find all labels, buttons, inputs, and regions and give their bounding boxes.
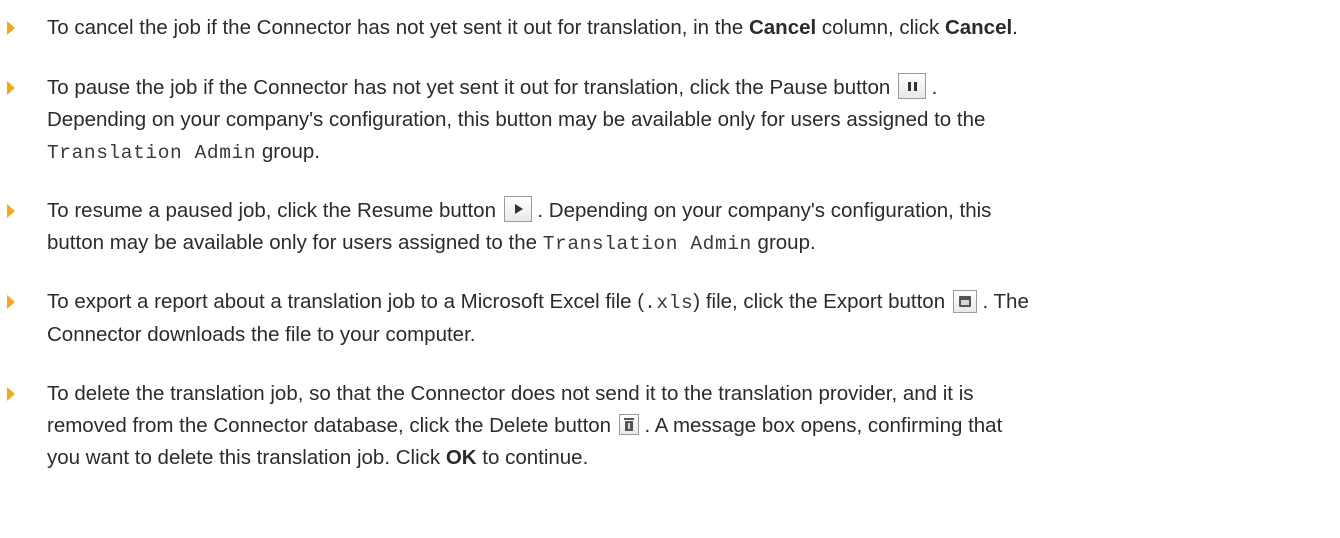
text-line: Depending on your company's configuratio… (47, 108, 986, 131)
text-run: . The (976, 290, 1029, 313)
list-item-text: To pause the job if the Connector has no… (47, 72, 1332, 169)
list-item-text: To export a report about a translation j… (47, 286, 1332, 351)
bullet-arrow-icon (7, 295, 15, 309)
trash-icon[interactable] (618, 414, 639, 435)
text-run: to continue. (476, 446, 589, 469)
text-run: group. (256, 140, 320, 163)
text-run: ) file, click the Export button (693, 290, 951, 313)
text-run: To cancel the job if the Connector has n… (47, 16, 749, 39)
group-name-code: Translation Admin (47, 142, 257, 164)
text-line: Connector downloads the file to your com… (47, 323, 476, 346)
cancel-column-label: Cancel (748, 16, 817, 39)
list-item-text: To resume a paused job, click the Resume… (47, 195, 1332, 260)
text-run: removed from the Connector database, cli… (47, 414, 617, 437)
text-run: . Depending on your company's configurat… (531, 199, 992, 222)
play-icon[interactable] (503, 196, 532, 222)
pause-icon[interactable] (897, 73, 926, 99)
list-item-text: To cancel the job if the Connector has n… (47, 12, 1332, 44)
text-run: To pause the job if the Connector has no… (47, 76, 896, 99)
group-name-code: Translation Admin (542, 233, 752, 255)
text-run: To resume a paused job, click the Resume… (47, 199, 502, 222)
text-run: To export a report about a translation j… (47, 290, 645, 313)
text-run: . (925, 76, 938, 99)
list-item-text: To delete the translation job, so that t… (47, 378, 1332, 474)
bullet-arrow-icon (7, 21, 15, 35)
text-run: button may be available only for users a… (47, 231, 543, 254)
text-run: . (1012, 16, 1018, 39)
bullet-arrow-icon (7, 81, 15, 95)
text-run: . A message box opens, confirming that (638, 414, 1003, 437)
text-line: To delete the translation job, so that t… (47, 382, 974, 405)
file-extension-code: .xls (644, 292, 694, 314)
bullet-arrow-icon (7, 387, 15, 401)
text-run: you want to delete this translation job.… (47, 446, 446, 469)
bullet-arrow-icon (7, 204, 15, 218)
text-run: column, click (816, 16, 945, 39)
export-icon[interactable] (952, 290, 977, 313)
cancel-action-label: Cancel (944, 16, 1013, 39)
text-run: group. (751, 231, 816, 254)
ok-label: OK (445, 446, 477, 469)
document: To cancel the job if the Connector has n… (0, 0, 1340, 538)
